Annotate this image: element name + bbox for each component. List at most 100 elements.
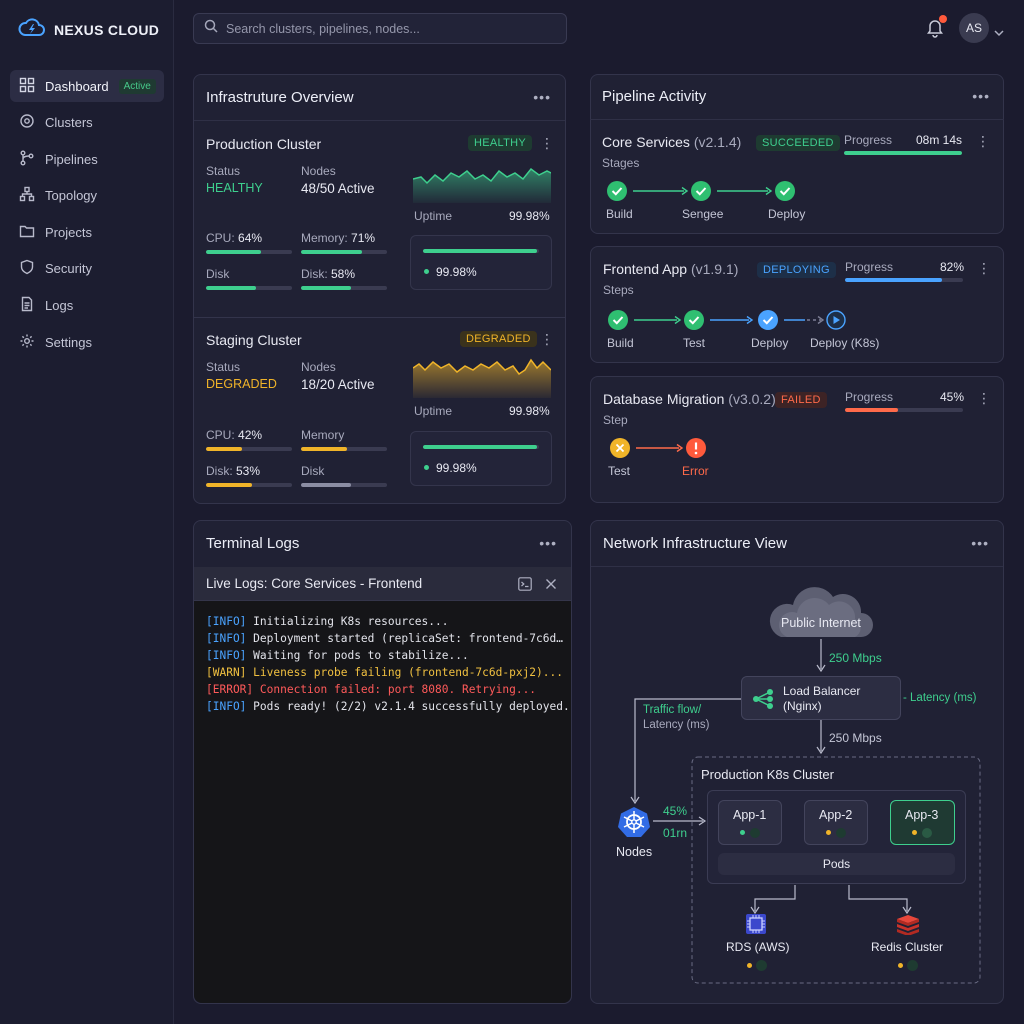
app-label: App-1 [733, 808, 767, 822]
sidebar-item-label: Security [45, 261, 92, 277]
status-dot [424, 269, 429, 274]
log-line: [INFO] Waiting for pods to stabilize... [206, 649, 469, 662]
redis-label: Redis Cluster [871, 940, 944, 954]
pods-container: App-1 App-2 App-3 Pods [707, 790, 966, 884]
log-line: [INFO] Pods ready! (2/2) v2.1.4 successf… [206, 700, 570, 713]
notification-dot [939, 15, 947, 23]
step-label: Step [603, 413, 628, 427]
log-line: [INFO] Deployment started (replicaSet: f… [206, 632, 563, 645]
load-balancer-node[interactable]: Load Balancer (Nginx) [741, 676, 901, 720]
stage-label: Build [606, 207, 633, 221]
memory-bar-fill [301, 250, 363, 254]
nodes-percent: 45% [663, 804, 688, 818]
app-1-node[interactable]: App-1 [718, 800, 782, 845]
database-icon[interactable] [745, 913, 767, 935]
sidebar-item-settings[interactable]: Settings [10, 326, 164, 358]
app-label: App-3 [905, 808, 939, 822]
close-icon[interactable] [545, 577, 557, 595]
sidebar-item-label: Logs [45, 298, 74, 314]
nodes-label: Nodes [301, 164, 336, 178]
uptime-value: 99.98% [509, 209, 550, 223]
redis-icon[interactable] [895, 913, 921, 935]
cluster-icon [19, 113, 35, 132]
stage-flow [610, 438, 706, 458]
sidebar-item-pipelines[interactable]: Pipelines [10, 143, 164, 175]
kubernetes-icon[interactable] [618, 806, 650, 838]
progress-label: Progress [845, 260, 894, 274]
progress-bar [845, 278, 963, 282]
pipeline-menu-icon[interactable]: ⋮ [976, 133, 990, 150]
uptime-label: Uptime [414, 404, 453, 418]
uptime-bar [423, 445, 539, 449]
sidebar-item-topology[interactable]: Topology [10, 180, 164, 212]
log-line: [ERROR] Connection failed: port 8080. Re… [206, 683, 537, 696]
sidebar-item-dashboard[interactable]: Dashboard Active [10, 70, 164, 102]
nodes-label: Nodes [616, 845, 653, 859]
pipeline-name: Frontend App (v1.9.1) [603, 261, 739, 277]
cpu-bar [206, 250, 292, 254]
more-menu-icon[interactable]: ••• [539, 535, 557, 551]
progress-label: Progress [845, 390, 894, 404]
sidebar-item-security[interactable]: Security [10, 253, 164, 285]
sidebar-item-projects[interactable]: Projects [10, 216, 164, 248]
network-infrastructure-card: Network Infrastructure View ••• Public I… [590, 520, 1004, 1004]
progress-bar [844, 151, 962, 155]
notification-button[interactable] [926, 15, 947, 43]
uptime-bar-fill [423, 445, 537, 449]
progress-bar-fill [845, 408, 899, 412]
disk-bar-fill [206, 286, 256, 290]
sidebar-item-label: Projects [45, 224, 92, 240]
disk-label: Disk: 53% [206, 464, 261, 478]
search-input[interactable] [226, 21, 556, 36]
disk-bar [206, 483, 292, 487]
sidebar-item-label: Dashboard [45, 78, 109, 94]
sidebar-item-clusters[interactable]: Clusters [10, 107, 164, 139]
disk-usage-label: Disk [301, 464, 325, 478]
search-icon [204, 19, 218, 38]
card-title: Infrastruture Overview [206, 89, 354, 106]
load-balancer-label: Load Balancer [783, 684, 861, 698]
stage-label: Test [608, 464, 631, 478]
pods-bar[interactable]: Pods [718, 853, 955, 875]
uptime-sparkline [413, 358, 551, 398]
disk-usage-label: Disk: 58% [301, 267, 356, 281]
brand[interactable]: NEXUS CLOUD [18, 16, 159, 43]
app-3-node[interactable]: App-3 [890, 800, 955, 845]
sidebar-item-logs[interactable]: Logs [10, 290, 164, 322]
traffic-latency-label: Latency (ms) [643, 719, 710, 731]
terminal-icon[interactable] [518, 577, 532, 596]
stage-label: Deploy [751, 336, 789, 350]
status-value: DEGRADED [206, 377, 277, 391]
cluster-menu-icon[interactable]: ⋮ [540, 135, 554, 152]
steps-label: Steps [603, 283, 634, 297]
version-chip [836, 828, 846, 838]
pipeline-name: Core Services (v2.1.4) [602, 134, 742, 150]
pipeline-frontend-app[interactable]: Frontend App (v1.9.1) DEPLOYING Progress… [590, 246, 1004, 363]
more-menu-icon[interactable]: ••• [533, 89, 551, 105]
status-dot [912, 830, 917, 835]
pipeline-menu-icon[interactable]: ⋮ [977, 260, 991, 277]
nodes-value: 48/50 Active [301, 181, 375, 196]
cpu-bar-fill [206, 250, 262, 254]
nodes-label: Nodes [301, 360, 336, 374]
status-badge: SUCCEEDED [756, 135, 840, 151]
cpu-bar [206, 447, 292, 451]
cluster-menu-icon[interactable]: ⋮ [540, 331, 554, 348]
status-dot [898, 963, 903, 968]
progress-value: 45% [940, 390, 965, 404]
pipeline-icon [19, 150, 35, 169]
pipeline-core-services[interactable]: Core Services (v2.1.4) SUCCEEDED Progres… [590, 120, 1004, 234]
uptime-mini-panel: 99.98% [410, 431, 552, 486]
bandwidth-label: 250 Mbps [829, 731, 882, 745]
memory-bar [301, 250, 387, 254]
uptime-value: 99.98% [509, 404, 550, 418]
pipeline-menu-icon[interactable]: ⋮ [977, 390, 991, 407]
more-menu-icon[interactable]: ••• [972, 88, 990, 104]
terminal-body[interactable]: [INFO] Initializing K8s resources... [IN… [194, 601, 571, 1003]
pipeline-database-migration[interactable]: Database Migration (v3.0.2) FAILED Progr… [590, 376, 1004, 503]
status-dot [826, 830, 831, 835]
disk-label: Disk [206, 267, 230, 281]
app-2-node[interactable]: App-2 [804, 800, 868, 845]
avatar[interactable]: AS [959, 13, 989, 43]
chevron-down-icon[interactable] [994, 24, 1004, 42]
